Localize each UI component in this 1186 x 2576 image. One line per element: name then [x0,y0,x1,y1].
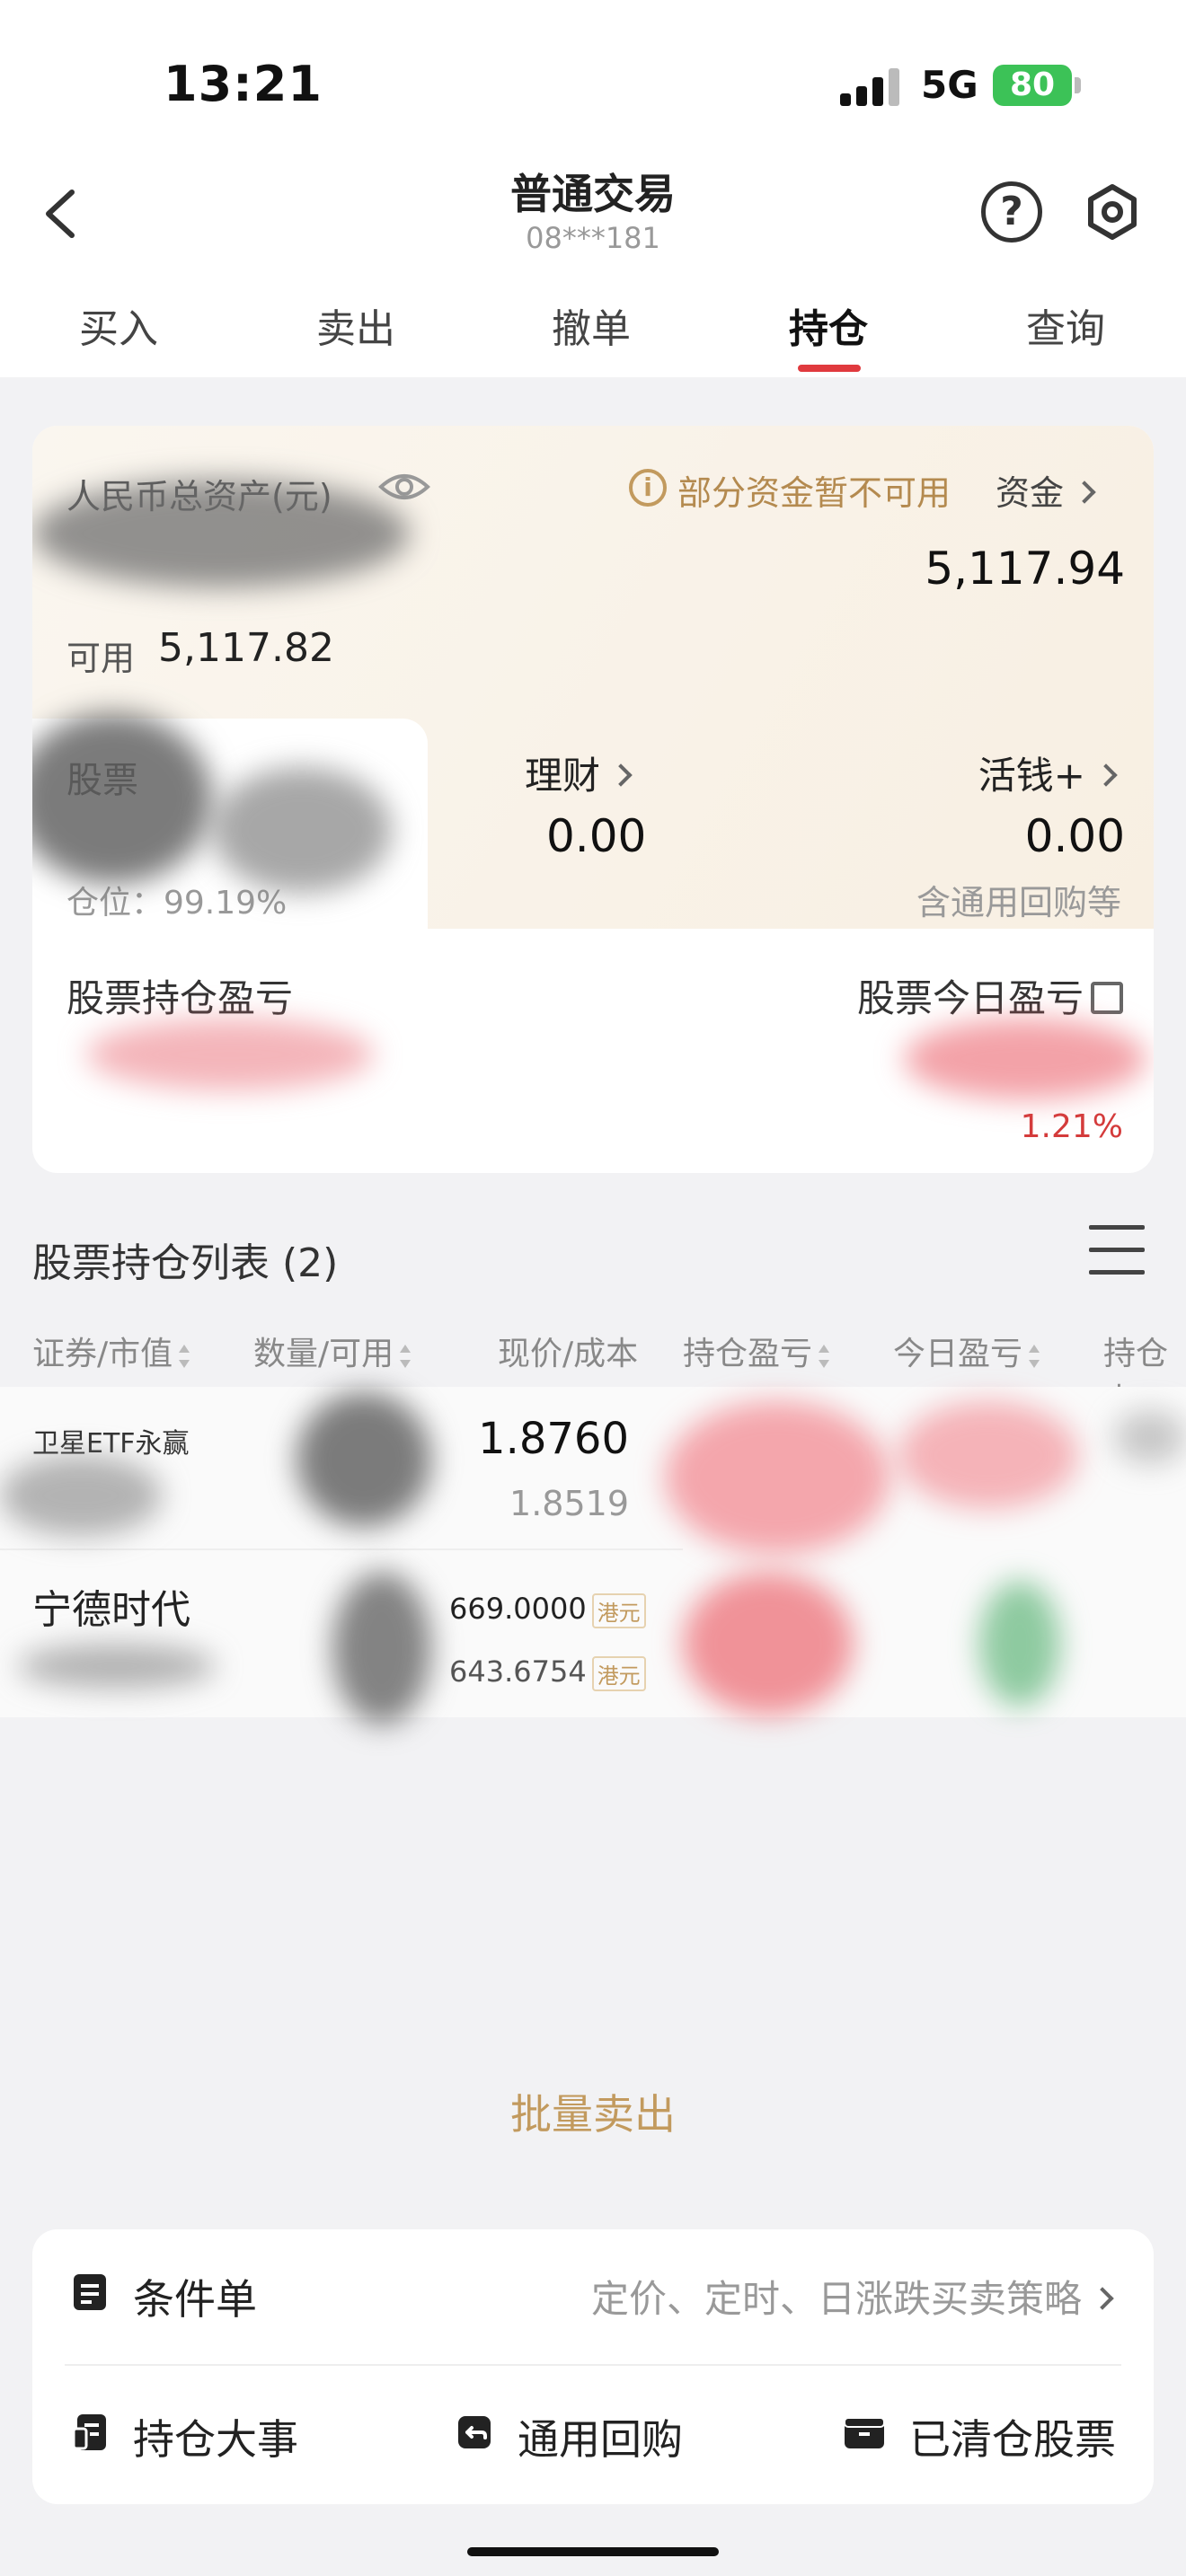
settings-icon[interactable] [1082,181,1143,243]
sort-icon [399,1345,412,1368]
total-assets-value: 5,117.94 [925,543,1125,595]
today-pl-label: 股票今日盈亏 [856,976,1084,1020]
cleared-stocks-button[interactable]: 已清仓股票 [909,2407,1116,2466]
home-indicator [467,2547,719,2556]
help-icon[interactable]: ? [981,181,1042,243]
wealth-link[interactable]: 理财 [525,745,633,800]
battery-tip [1075,77,1081,93]
cost-price: 643.6754 港元 [449,1654,646,1691]
holdings-table-header: 证券/市值 数量/可用 现价/成本 持仓盈亏 今日盈亏 持仓占 [0,1311,1186,1419]
eye-icon[interactable] [377,469,431,505]
cost-value: 643.6754 [449,1654,587,1689]
condition-order-icon [72,2272,108,2312]
privacy-blur [32,480,410,587]
privacy-blur [898,1401,1078,1509]
privacy-blur [332,1572,431,1725]
column-label: 数量/可用 [253,1336,394,1372]
chevron-right-icon [1091,2286,1114,2310]
privacy-blur [0,1455,162,1536]
security-name: 卫星ETF永赢 [32,1428,190,1460]
menu-icon[interactable] [1089,1225,1145,1275]
available-value: 5,117.82 [158,625,334,671]
status-bar: 13:21 5G 80 [0,0,1186,153]
column-today-pl[interactable]: 今日盈亏 [893,1328,1040,1374]
signal-icon [840,68,901,106]
condition-order-desc[interactable]: 定价、定时、日涨跌买卖策略 [590,2269,1114,2324]
info-icon: i [629,469,667,507]
repo-button[interactable]: 通用回购 [518,2407,683,2466]
status-time: 13:21 [164,56,323,112]
condition-order-text: 定价、定时、日涨跌买卖策略 [590,2277,1082,2321]
cost-price: 1.8519 [509,1484,629,1523]
wealth-label: 理财 [525,754,601,798]
security-name: 宁德时代 [32,1587,190,1633]
column-label: 持仓盈亏 [683,1336,813,1372]
holding-pl-label: 股票持仓盈亏 [66,976,294,1020]
row-divider [0,1548,683,1550]
holdings-title: 股票持仓列表 (2) [32,1240,339,1286]
column-quantity[interactable]: 数量/可用 [253,1328,412,1374]
currency-tag: 港元 [591,1592,646,1628]
column-holding-pl[interactable]: 持仓盈亏 [683,1328,830,1374]
tab-holdings[interactable]: 持仓 [739,296,918,354]
network-type: 5G [921,63,978,107]
holding-events-button[interactable]: 持仓大事 [133,2407,298,2466]
available-label: 可用 [66,639,136,678]
current-price: 669.0000 港元 [449,1592,646,1628]
price-value: 669.0000 [449,1592,587,1626]
chevron-right-icon [609,763,633,787]
condition-order-label[interactable]: 条件单 [133,2267,257,2326]
privacy-blur [1114,1410,1186,1464]
column-security[interactable]: 证券/市值 [32,1328,190,1374]
today-pl-link[interactable]: 股票今日盈亏 [857,968,1123,1023]
tools-card: 条件单 定价、定时、日涨跌买卖策略 持仓大事 通用回购 已清仓股票 [32,2229,1154,2504]
holding-events-icon [72,2413,108,2452]
column-label: 今日盈亏 [893,1336,1023,1372]
currency-tag: 港元 [591,1655,646,1691]
repo-icon [456,2413,492,2452]
privacy-blur [18,1644,216,1689]
wealth-value: 0.00 [546,810,647,862]
current-price: 1.8760 [478,1414,629,1464]
column-label: 现价/成本 [498,1336,639,1372]
cash-label: 活钱+ [978,754,1085,798]
privacy-blur [665,1401,890,1554]
cleared-stocks-icon [843,2413,885,2452]
external-link-icon [1091,981,1123,1014]
position-ratio: 仓位：99.19% [66,885,288,922]
active-tab-indicator [798,365,861,372]
battery-icon: 80 [993,65,1072,106]
header: 普通交易 08***181 ? 买入 卖出 撤单 持仓 查询 [0,153,1186,377]
tab-sell[interactable]: 卖出 [266,296,446,354]
trade-tabs: 买入 卖出 撤单 持仓 查询 [0,287,1186,377]
batch-sell-button[interactable]: 批量卖出 [0,2082,1186,2141]
privacy-blur [86,1019,374,1090]
sort-icon [818,1345,830,1368]
tab-cancel[interactable]: 撤单 [501,296,681,354]
column-label: 证券/市值 [32,1336,173,1372]
tab-query[interactable]: 查询 [976,296,1155,354]
privacy-blur [979,1581,1060,1707]
privacy-blur [683,1572,854,1716]
chevron-right-icon [1094,763,1118,787]
divider [65,2364,1121,2366]
privacy-blur [904,1019,1146,1099]
privacy-blur [212,767,392,893]
cash-link[interactable]: 活钱+ [978,745,1118,800]
today-pl-percent: 1.21% [1020,1108,1123,1145]
cash-value: 0.00 [1024,810,1125,862]
privacy-blur [296,1392,431,1527]
sort-icon [178,1345,190,1368]
funds-notice[interactable]: 部分资金暂不可用 [677,465,951,515]
chevron-right-icon [1073,480,1096,504]
tab-buy[interactable]: 买入 [29,296,208,354]
funds-link-label: 资金 [996,473,1065,513]
cash-note: 含通用回购等 [916,883,1121,922]
funds-link[interactable]: 资金 [996,465,1096,515]
asset-card: 人民币总资产(元) i 部分资金暂不可用 资金 5,117.94 可用 5,11… [32,426,1154,1173]
sort-icon [1028,1345,1040,1368]
column-price: 现价/成本 [498,1328,638,1374]
